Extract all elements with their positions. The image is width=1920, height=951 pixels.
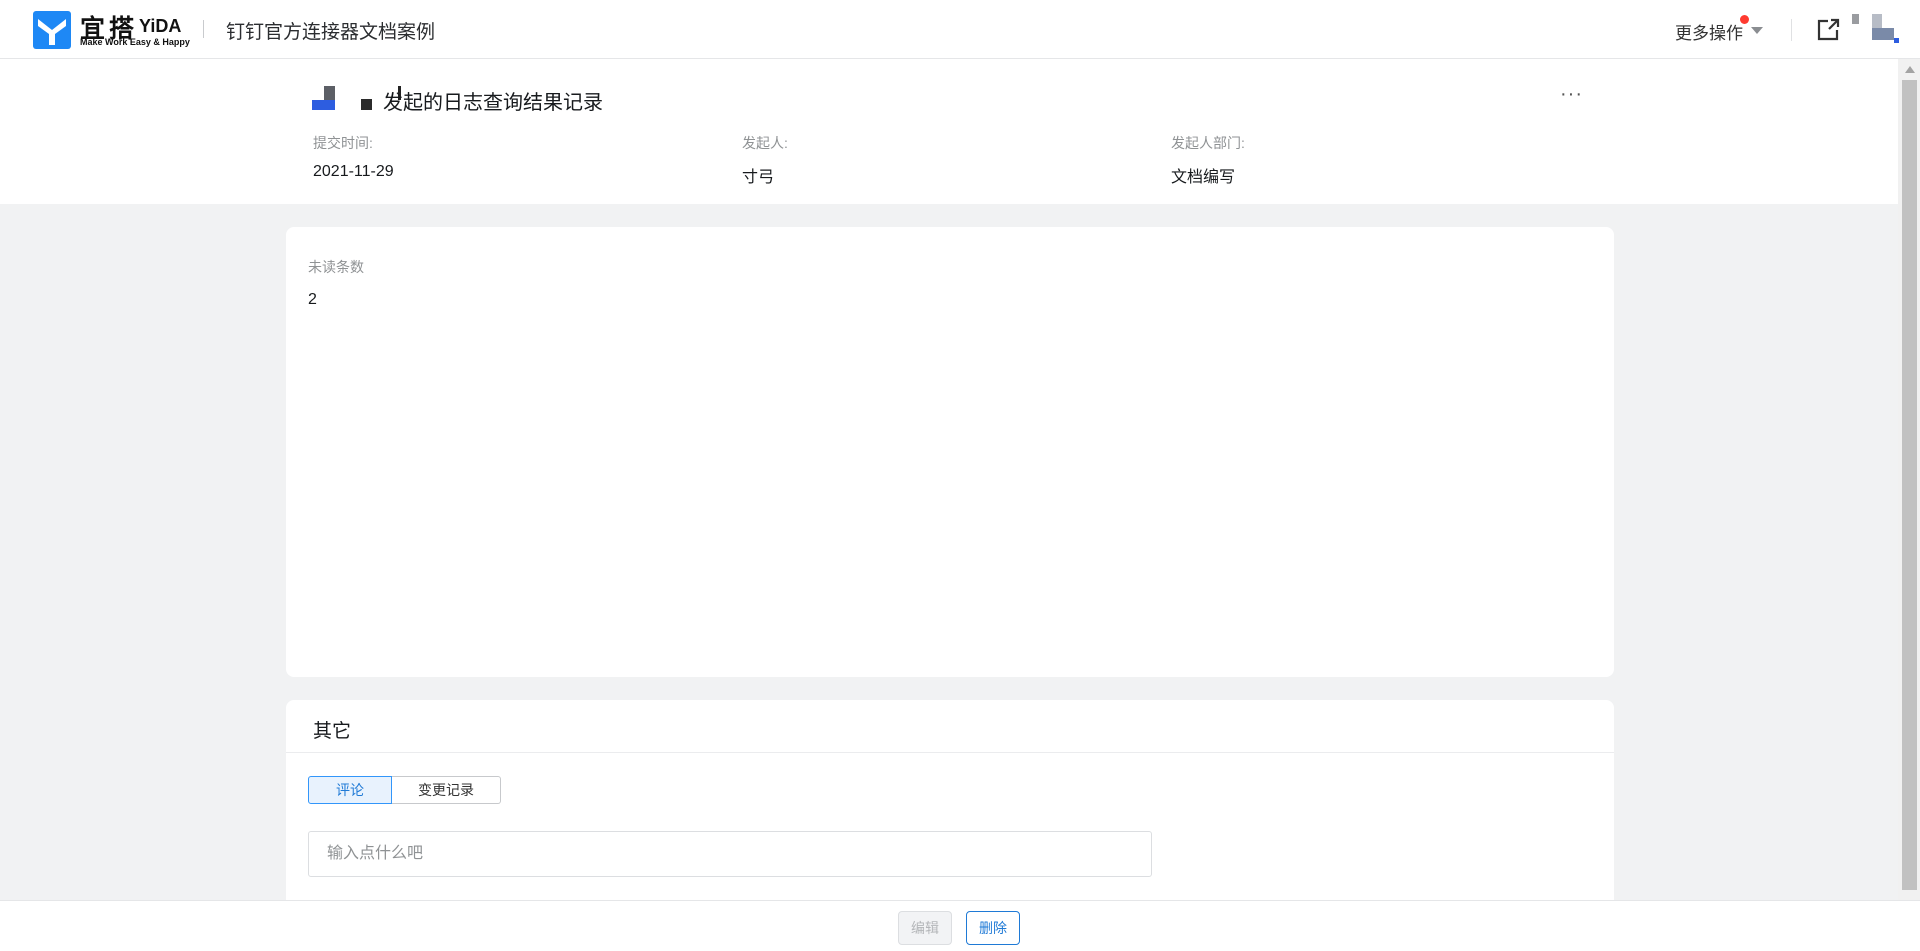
meta-label: 提交时间:	[313, 135, 373, 151]
field-value-unread-count: 2	[308, 291, 317, 308]
record-header: 发起的日志查询结果记录 ··· 提交时间: 2021-11-29 发起人: 寸弓…	[0, 59, 1898, 204]
scrollbar-thumb[interactable]	[1902, 80, 1917, 890]
brand-name-en: YiDA	[139, 16, 182, 36]
notification-dot	[1740, 15, 1749, 24]
section-title-other: 其它	[313, 721, 352, 742]
other-card: 其它 评论 变更记录	[286, 700, 1614, 910]
meta-submit-time: 提交时间: 2021-11-29	[313, 133, 394, 181]
comment-tabs: 评论 变更记录	[308, 776, 501, 804]
top-bar: 宜搭 YiDA Make Work Easy & Happy 钉钉官方连接器文档…	[0, 0, 1920, 59]
topbar-divider-2	[1791, 19, 1792, 41]
meta-label: 发起人:	[742, 135, 788, 151]
comment-input[interactable]	[308, 831, 1152, 877]
topbar-divider	[203, 20, 204, 38]
section-divider	[286, 752, 1614, 753]
meta-department: 发起人部门: 文档编写	[1171, 133, 1245, 187]
external-link-icon[interactable]	[1815, 17, 1841, 43]
ellipsis-icon[interactable]: ···	[1560, 83, 1583, 106]
tab-change-log[interactable]: 变更记录	[392, 776, 501, 804]
field-label-unread-count: 未读条数	[308, 259, 364, 275]
form-title: 发起的日志查询结果记录	[383, 92, 603, 114]
more-actions-dropdown[interactable]: 更多操作	[1675, 15, 1763, 44]
scroll-up-arrow-icon[interactable]	[1905, 66, 1915, 73]
brand-slogan: Make Work Easy & Happy	[80, 37, 190, 47]
meta-value: 2021-11-29	[313, 163, 394, 180]
edit-button[interactable]: 编辑	[898, 911, 952, 945]
meta-value: 寸弓	[742, 169, 775, 186]
delete-button[interactable]: 删除	[966, 911, 1020, 945]
meta-label: 发起人部门:	[1171, 135, 1245, 151]
yida-logo-icon[interactable]	[33, 11, 71, 49]
meta-initiator: 发起人: 寸弓	[742, 133, 788, 187]
form-fields-card: 未读条数 2	[286, 227, 1614, 677]
chevron-down-icon	[1751, 27, 1763, 34]
more-actions-label: 更多操作	[1675, 24, 1743, 43]
tab-comments[interactable]: 评论	[308, 776, 392, 804]
action-footer: 编辑 删除	[0, 900, 1920, 951]
meta-value: 文档编写	[1171, 169, 1236, 186]
app-title[interactable]: 钉钉官方连接器文档案例	[226, 17, 435, 44]
user-avatar-icon[interactable]	[1849, 14, 1901, 44]
